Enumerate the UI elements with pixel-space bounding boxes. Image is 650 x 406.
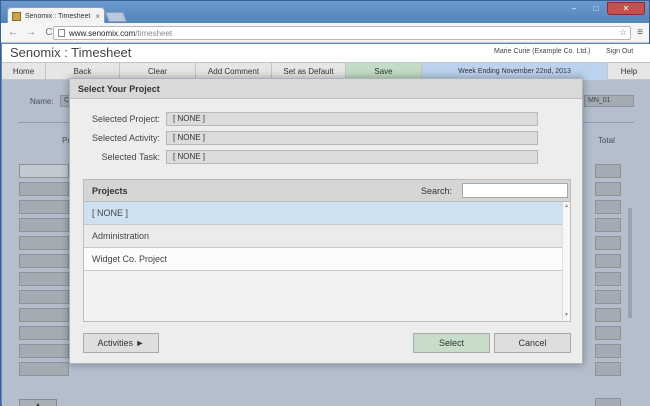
sign-out-link[interactable]: Sign Out <box>606 48 633 55</box>
list-item[interactable]: [ NONE ] <box>84 202 562 225</box>
new-tab-button[interactable] <box>105 12 127 22</box>
select-project-dialog: Select Your Project Selected Project: [ … <box>69 78 583 364</box>
search-label: Search: <box>421 186 453 196</box>
selected-activity-value: [ NONE ] <box>166 131 538 145</box>
address-bar[interactable]: www.senomix.com /timesheet ☆ <box>53 26 631 40</box>
back-arrow-icon[interactable]: ← <box>7 27 19 38</box>
minimize-icon[interactable]: – <box>563 2 585 15</box>
url-host: www.senomix.com <box>69 28 136 38</box>
list-item[interactable]: Administration <box>84 225 562 248</box>
list-item[interactable]: Widget Co. Project <box>84 248 562 271</box>
window-controls: – □ ✕ <box>563 2 645 16</box>
app-header: Senomix : Timesheet Marie Curie (Example… <box>2 44 650 62</box>
nav-help[interactable]: Help <box>608 63 650 80</box>
selected-project-label: Selected Project: <box>91 114 160 124</box>
user-name: Marie Curie (Example Co. Ltd.) <box>494 48 591 55</box>
page-icon <box>58 29 65 37</box>
page-title: Senomix : Timesheet <box>10 45 132 60</box>
search-input[interactable] <box>462 183 568 198</box>
projects-panel: Projects Search: [ NONE ] Administration… <box>83 179 571 322</box>
selected-activity-label: Selected Activity: <box>91 133 160 143</box>
tab-strip: Senomix : Timesheet × – □ ✕ <box>1 1 649 24</box>
browser-window: Senomix : Timesheet × – □ ✕ ← → C www.se… <box>0 0 650 406</box>
scroll-down-icon[interactable]: ▼ <box>564 312 569 318</box>
cancel-button[interactable]: Cancel <box>494 333 571 353</box>
favicon-icon <box>12 11 21 21</box>
close-window-icon[interactable]: ✕ <box>607 2 645 15</box>
maximize-icon[interactable]: □ <box>585 2 607 15</box>
select-button[interactable]: Select <box>413 333 490 353</box>
tab-close-icon[interactable]: × <box>95 12 100 21</box>
browser-toolbar: ← → C www.senomix.com /timesheet ☆ ≡ <box>1 23 649 43</box>
browser-menu-icon[interactable]: ≡ <box>637 27 643 38</box>
bookmark-star-icon[interactable]: ☆ <box>619 27 627 38</box>
url-path: /timesheet <box>135 28 173 38</box>
activities-button[interactable]: Activities ► <box>83 333 159 353</box>
projects-header: Projects Search: <box>84 180 570 202</box>
selected-task-label: Selected Task: <box>101 152 160 162</box>
scroll-up-icon[interactable]: ▲ <box>564 203 569 209</box>
projects-scrollbar[interactable]: ▲ ▼ <box>562 202 570 321</box>
dialog-title: Select Your Project <box>70 79 582 99</box>
forward-arrow-icon[interactable]: → <box>25 27 37 38</box>
browser-tab[interactable]: Senomix : Timesheet × <box>7 7 105 24</box>
nav-home[interactable]: Home <box>2 63 46 80</box>
projects-list: [ NONE ] Administration Widget Co. Proje… <box>84 202 562 321</box>
tab-title: Senomix : Timesheet <box>25 12 91 20</box>
projects-title: Projects <box>92 186 128 196</box>
selected-project-value: [ NONE ] <box>166 112 538 126</box>
selected-task-value: [ NONE ] <box>166 150 538 164</box>
